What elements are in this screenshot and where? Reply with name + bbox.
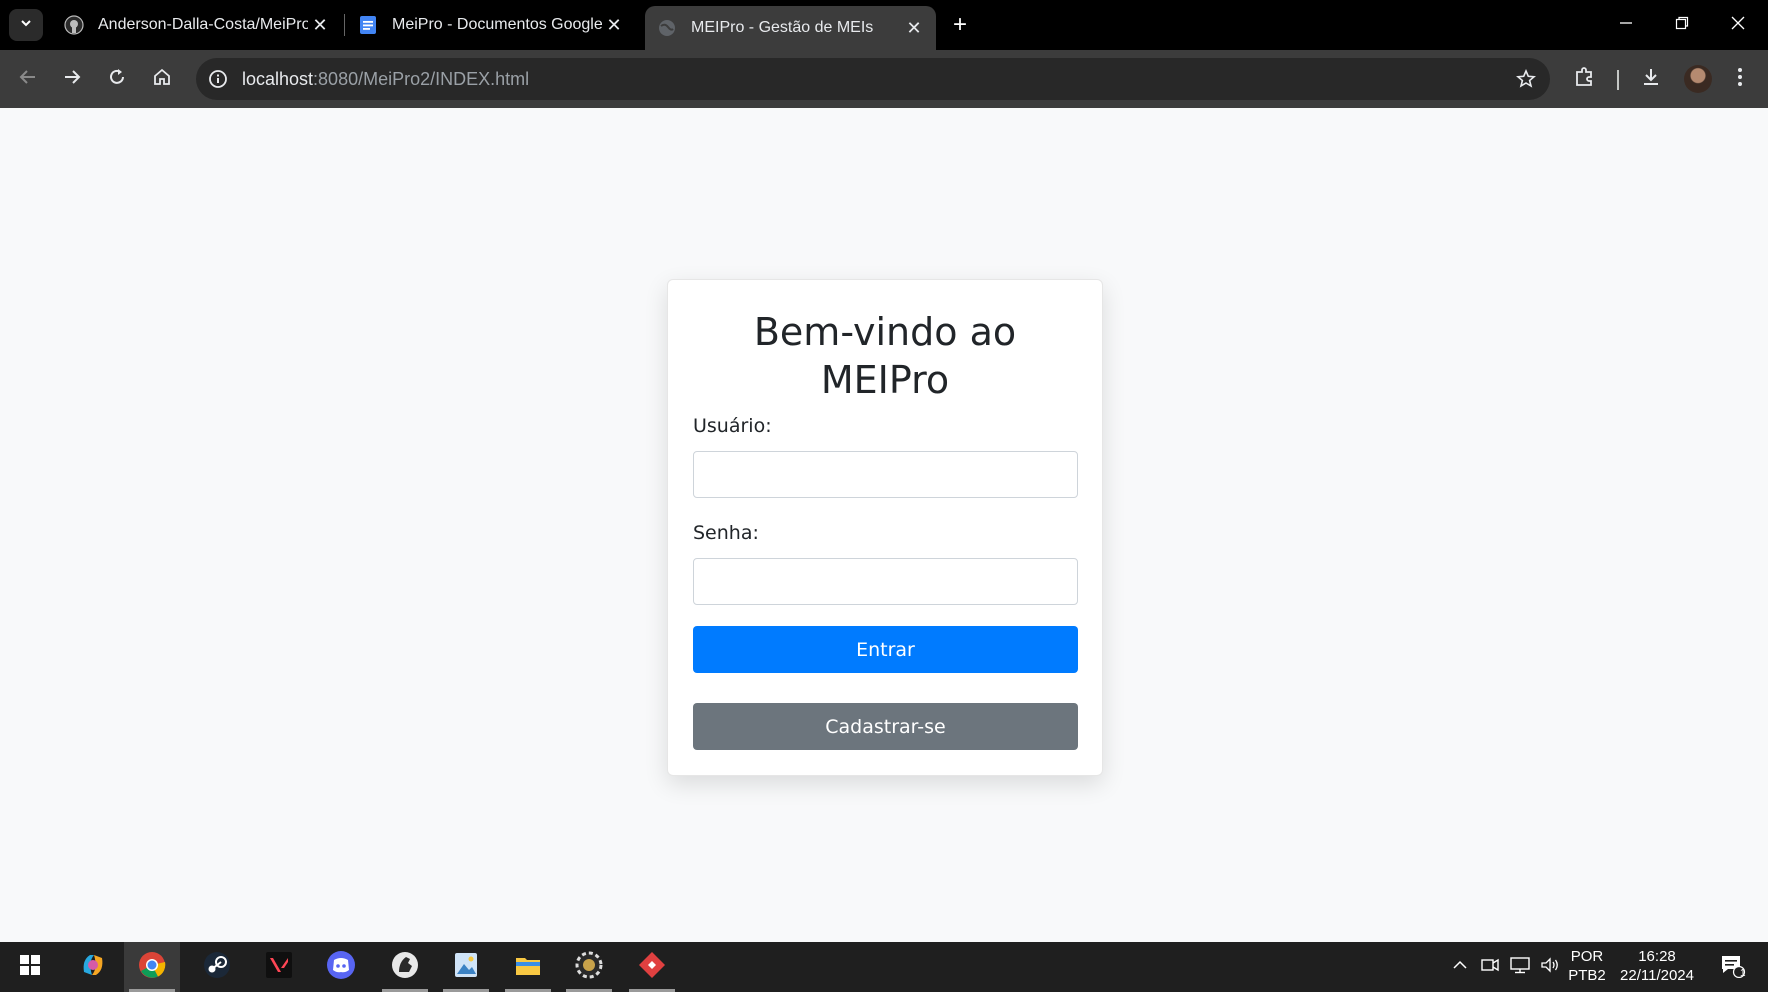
toolbar-divider bbox=[1617, 70, 1619, 90]
speaker-icon bbox=[1540, 956, 1560, 979]
taskbar-settings-app[interactable] bbox=[561, 942, 617, 992]
taskbar-image-viewer[interactable] bbox=[438, 942, 494, 992]
tab-title: MEIPro - Gestão de MEIs bbox=[691, 19, 874, 36]
tab-title: Anderson-Dalla-Costa/MeiPro bbox=[98, 16, 308, 33]
taskbar-copilot[interactable] bbox=[65, 942, 121, 992]
tab-github[interactable]: Anderson-Dalla-Costa/MeiPro ✕ bbox=[52, 8, 342, 42]
globe-icon bbox=[657, 18, 677, 38]
language-code: POR bbox=[1570, 948, 1604, 965]
network-monitor-icon bbox=[1510, 956, 1530, 979]
new-tab-button[interactable]: + bbox=[946, 11, 974, 39]
taskbar-discord[interactable] bbox=[313, 942, 369, 992]
forward-button[interactable] bbox=[56, 63, 88, 95]
close-icon bbox=[1731, 16, 1745, 35]
url-path: :8080/MeiPro2/INDEX.html bbox=[313, 69, 530, 89]
extensions-button[interactable] bbox=[1569, 63, 1601, 95]
restore-button[interactable] bbox=[1657, 8, 1707, 42]
puzzle-icon bbox=[1574, 66, 1596, 93]
minimize-button[interactable] bbox=[1601, 8, 1651, 42]
chrome-icon bbox=[137, 950, 167, 985]
language-indicator[interactable]: POR PTB2 bbox=[1566, 948, 1608, 984]
close-window-button[interactable] bbox=[1713, 8, 1763, 42]
chevron-up-icon bbox=[1452, 957, 1468, 978]
windows-logo-icon bbox=[19, 954, 41, 981]
tab-title: MeiPro - Documentos Google bbox=[392, 16, 602, 33]
minimize-icon bbox=[1619, 16, 1633, 35]
browser-tabstrip: Anderson-Dalla-Costa/MeiPro ✕ MeiPro - D… bbox=[0, 0, 1768, 50]
chevron-down-icon bbox=[19, 16, 33, 35]
browser-menu-button[interactable] bbox=[1724, 63, 1756, 95]
tab-google-docs[interactable]: MeiPro - Documentos Google ✕ bbox=[346, 8, 636, 42]
username-input[interactable] bbox=[693, 451, 1078, 498]
horse-logo-icon bbox=[390, 950, 420, 985]
folder-icon bbox=[513, 950, 543, 985]
valorant-icon bbox=[264, 950, 294, 985]
tab-separator bbox=[344, 14, 345, 36]
notification-count: 1 bbox=[1740, 968, 1746, 979]
page-content: Bem-vindo ao MEIPro Usuário: Senha: Entr… bbox=[0, 108, 1768, 942]
steam-icon bbox=[202, 950, 232, 985]
close-icon[interactable]: ✕ bbox=[902, 16, 926, 40]
discord-icon bbox=[326, 950, 356, 985]
kebab-menu-icon bbox=[1737, 67, 1743, 92]
back-button[interactable] bbox=[12, 63, 44, 95]
site-info-icon[interactable] bbox=[206, 67, 230, 91]
red-diamond-icon bbox=[637, 950, 667, 985]
windows-taskbar: POR PTB2 16:28 22/11/2024 1 bbox=[0, 942, 1768, 992]
taskbar-steam[interactable] bbox=[189, 942, 245, 992]
page-title: Bem-vindo ao MEIPro bbox=[753, 310, 1017, 402]
start-button[interactable] bbox=[2, 942, 58, 992]
plus-icon: + bbox=[952, 11, 967, 38]
tab-search-button[interactable] bbox=[9, 9, 43, 41]
url-text: localhost:8080/MeiPro2/INDEX.html bbox=[242, 69, 529, 90]
home-icon bbox=[152, 67, 172, 92]
tray-network[interactable] bbox=[1508, 955, 1532, 979]
close-icon[interactable]: ✕ bbox=[308, 13, 332, 37]
taskbar-app-horse[interactable] bbox=[377, 942, 433, 992]
notification-center-button[interactable]: 1 bbox=[1716, 954, 1750, 982]
keyboard-layout: PTB2 bbox=[1568, 967, 1606, 984]
taskbar-chrome[interactable] bbox=[124, 942, 180, 992]
clock-time: 16:28 bbox=[1638, 948, 1676, 965]
reload-icon bbox=[107, 67, 127, 92]
profile-avatar[interactable] bbox=[1684, 65, 1712, 93]
tray-meet-now[interactable] bbox=[1478, 955, 1502, 979]
arrow-right-icon bbox=[62, 67, 82, 92]
download-icon bbox=[1640, 66, 1662, 93]
gear-icon bbox=[574, 950, 604, 985]
password-label: Senha: bbox=[693, 522, 759, 544]
browser-toolbar: localhost:8080/MeiPro2/INDEX.html bbox=[0, 50, 1768, 108]
tray-overflow-chevron[interactable] bbox=[1448, 955, 1472, 979]
image-document-icon bbox=[451, 950, 481, 985]
register-button[interactable]: Cadastrar-se bbox=[693, 703, 1078, 750]
login-card: Bem-vindo ao MEIPro Usuário: Senha: Entr… bbox=[667, 279, 1103, 776]
close-icon[interactable]: ✕ bbox=[602, 13, 626, 37]
taskbar-valorant[interactable] bbox=[251, 942, 307, 992]
taskbar-git-tool[interactable] bbox=[624, 942, 680, 992]
address-bar[interactable]: localhost:8080/MeiPro2/INDEX.html bbox=[196, 58, 1550, 100]
login-button[interactable]: Entrar bbox=[693, 626, 1078, 673]
tab-meipro-active[interactable]: MEIPro - Gestão de MEIs ✕ bbox=[645, 6, 936, 50]
google-docs-icon bbox=[358, 15, 378, 35]
downloads-button[interactable] bbox=[1635, 63, 1667, 95]
password-input[interactable] bbox=[693, 558, 1078, 605]
url-host: localhost bbox=[242, 69, 314, 89]
github-icon bbox=[64, 15, 84, 35]
restore-icon bbox=[1675, 16, 1689, 35]
clock[interactable]: 16:28 22/11/2024 bbox=[1612, 948, 1702, 984]
camera-icon bbox=[1481, 956, 1499, 979]
username-label: Usuário: bbox=[693, 415, 772, 437]
copilot-icon bbox=[78, 950, 108, 985]
reload-button[interactable] bbox=[101, 63, 133, 95]
clock-date: 22/11/2024 bbox=[1620, 967, 1694, 984]
bookmark-star-icon[interactable] bbox=[1514, 67, 1538, 91]
tray-volume[interactable] bbox=[1538, 955, 1562, 979]
home-button[interactable] bbox=[146, 63, 178, 95]
taskbar-file-explorer[interactable] bbox=[500, 942, 556, 992]
arrow-left-icon bbox=[18, 67, 38, 92]
